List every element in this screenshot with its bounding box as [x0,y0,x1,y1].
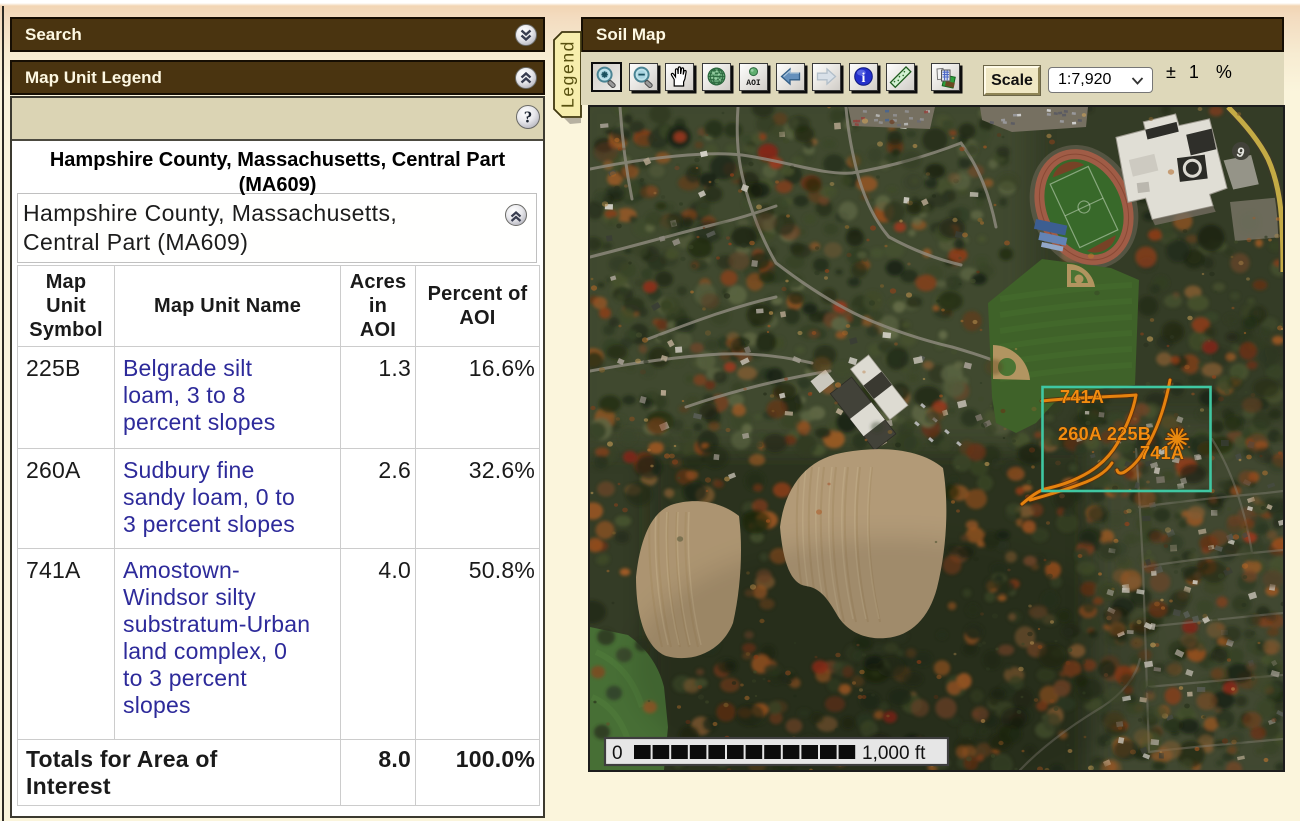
svg-text:1,000 ft: 1,000 ft [862,743,926,764]
svg-text:0: 0 [612,743,623,764]
svg-text:260A 225B: 260A 225B [1058,424,1151,444]
svg-text:741A: 741A [1060,387,1104,407]
svg-text:741A: 741A [1140,443,1184,463]
svg-text:Legend: Legend [558,40,578,108]
svg-text:?: ? [524,108,533,127]
svg-text:i: i [862,71,866,86]
svg-text:AOI: AOI [746,79,761,88]
